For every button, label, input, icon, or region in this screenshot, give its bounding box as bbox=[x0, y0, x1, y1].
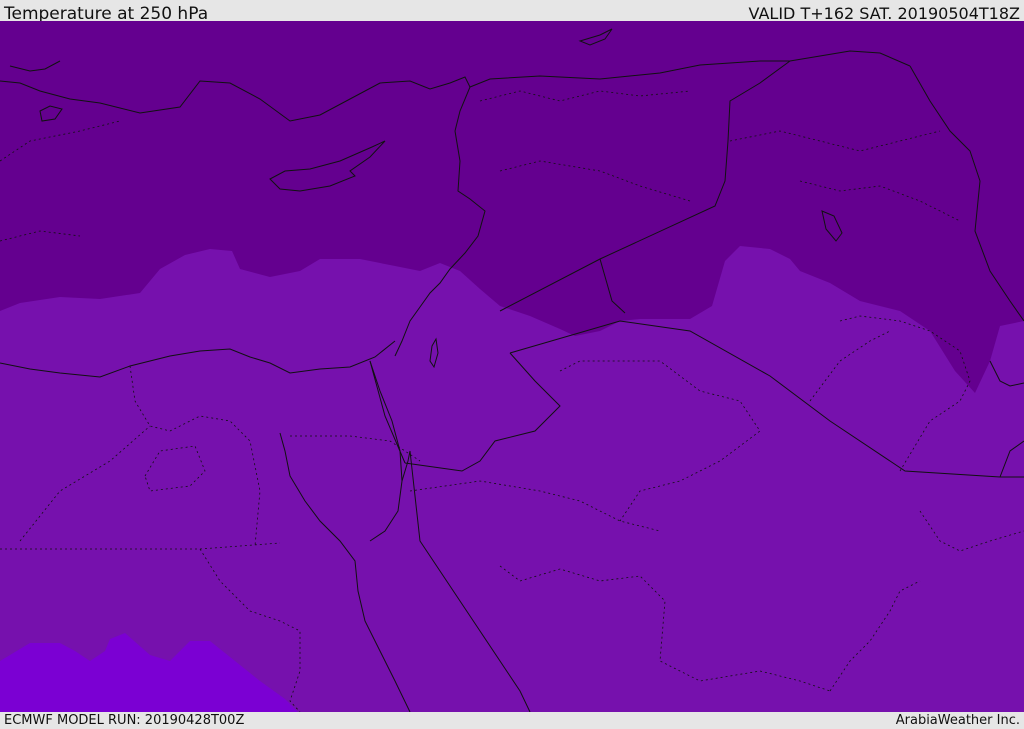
map-header: Temperature at 250 hPa VALID T+162 SAT. … bbox=[0, 0, 1024, 24]
credit-label: ArabiaWeather Inc. bbox=[895, 713, 1020, 728]
model-run-label: ECMWF MODEL RUN: 20190428T00Z bbox=[4, 713, 245, 728]
map-svg bbox=[0, 21, 1024, 712]
map-canvas[interactable] bbox=[0, 21, 1024, 712]
map-footer: ECMWF MODEL RUN: 20190428T00Z ArabiaWeat… bbox=[0, 712, 1024, 729]
